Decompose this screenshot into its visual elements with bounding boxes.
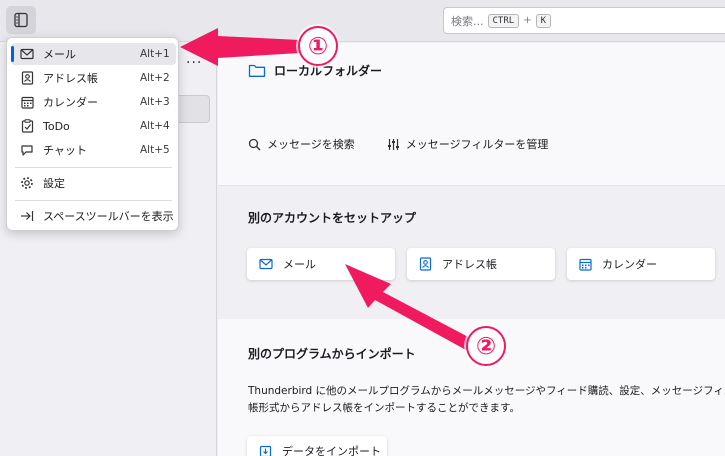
annotation-arrow-2 <box>345 264 474 350</box>
annotation-arrows <box>180 28 474 350</box>
annotation-badge-2: ② <box>466 326 506 366</box>
annotation-arrow-1 <box>180 28 300 66</box>
annotation-badge-1: ① <box>298 26 338 66</box>
